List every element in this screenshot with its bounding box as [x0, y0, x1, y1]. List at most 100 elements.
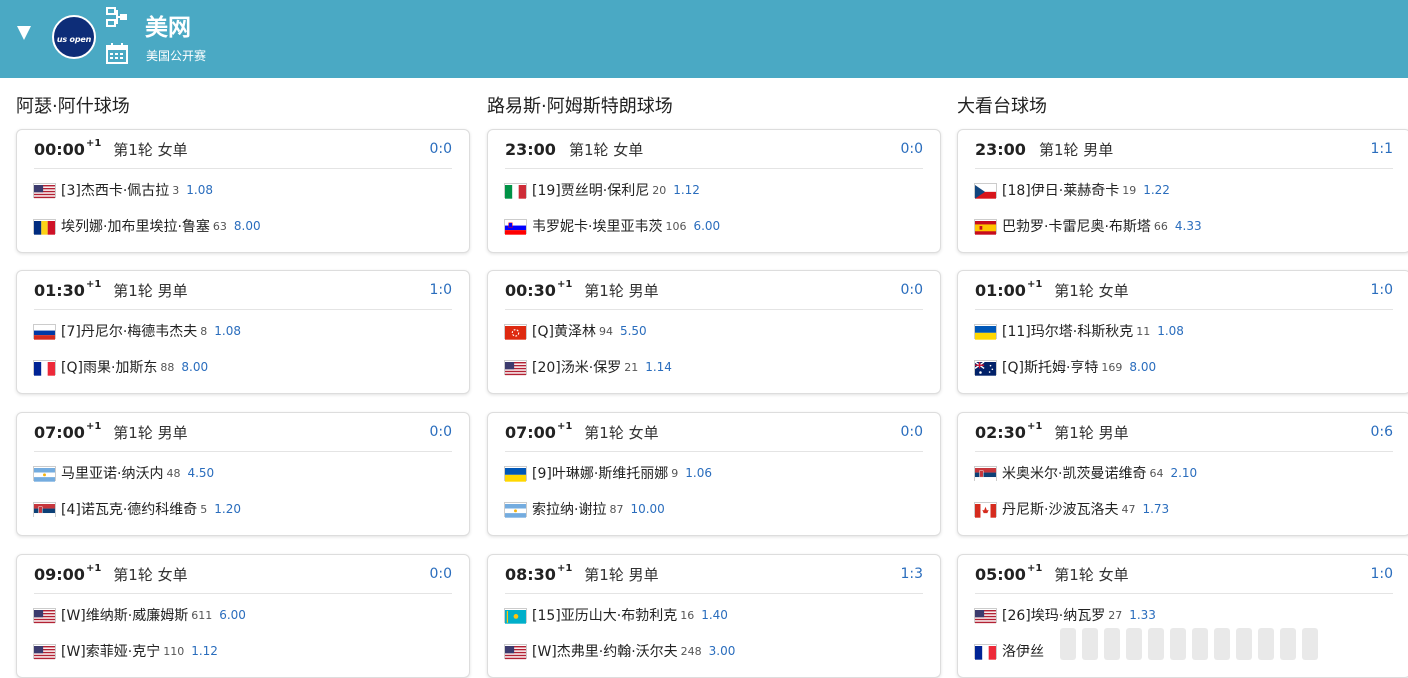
player-row[interactable]: [W]杰弗里·约翰·沃尔夫 248 3.00	[504, 641, 735, 661]
player-name[interactable]: [9]叶琳娜·斯维托丽娜	[532, 463, 668, 483]
player-name[interactable]: 马里亚诺·纳沃内	[61, 463, 163, 483]
player-odds[interactable]: 1.08	[1157, 324, 1184, 338]
match-round: 第1轮 女单	[113, 140, 188, 159]
match-card[interactable]: 23:00 第1轮 女单 0:0 [19]贾丝明·保利尼 20 1.12 韦罗妮卡·埃里亚韦…	[487, 129, 941, 253]
player-odds[interactable]: 1.08	[214, 324, 241, 338]
match-time-value: 23:00	[505, 139, 556, 159]
player-name[interactable]: [20]汤米·保罗	[532, 357, 621, 377]
bracket-icon[interactable]	[106, 6, 128, 28]
player-row[interactable]: [9]叶琳娜·斯维托丽娜 9 1.06	[504, 463, 712, 483]
match-card[interactable]: 07:00+1 第1轮 男单 0:0 马里亚诺·纳沃内 48 4.50 [4]诺瓦克·德约科…	[16, 412, 470, 536]
player-row[interactable]: 米奥米尔·凯茨曼诺维奇 64 2.10	[974, 463, 1197, 483]
player-name[interactable]: [11]玛尔塔·科斯秋克	[1002, 321, 1133, 341]
player-odds[interactable]: 1.73	[1142, 502, 1169, 516]
player-row[interactable]: 丹尼斯·沙波瓦洛夫 47 1.73	[974, 499, 1169, 519]
player-odds[interactable]: 1.12	[191, 644, 218, 658]
player-odds[interactable]: 6.00	[693, 219, 720, 233]
player-name[interactable]: [19]贾丝明·保利尼	[532, 180, 649, 200]
player-odds[interactable]: 3.00	[709, 644, 736, 658]
match-card[interactable]: 00:30+1 第1轮 男单 0:0 [Q]黄泽林 94 5.50 [20]汤米·保罗 21 1…	[487, 270, 941, 394]
player-name[interactable]: 埃列娜·加布里埃拉·鲁塞	[61, 216, 210, 236]
player-name[interactable]: [Q]雨果·加斯东	[61, 357, 157, 377]
match-round: 第1轮 男单	[113, 281, 188, 300]
player-name[interactable]: [18]伊日·莱赫奇卡	[1002, 180, 1119, 200]
player-name[interactable]: 巴勃罗·卡雷尼奥·布斯塔	[1002, 216, 1151, 236]
player-odds[interactable]: 1.22	[1143, 183, 1170, 197]
player-row[interactable]: [7]丹尼尔·梅德韦杰夫 8 1.08	[33, 321, 241, 341]
player-name[interactable]: [3]杰西卡·佩古拉	[61, 180, 169, 200]
player-row[interactable]: [11]玛尔塔·科斯秋克 11 1.08	[974, 321, 1184, 341]
match-card[interactable]: 23:00 第1轮 男单 1:1 [18]伊日·莱赫奇卡 19 1.22 巴勃罗·卡雷尼奥·…	[957, 129, 1408, 253]
player-row[interactable]: [Q]斯托姆·亨特 169 8.00	[974, 357, 1156, 377]
player-odds[interactable]: 5.50	[620, 324, 647, 338]
next-day-marker: +1	[1026, 279, 1043, 291]
player-odds[interactable]: 1.06	[685, 466, 712, 480]
match-time: 23:00	[975, 140, 1027, 159]
court-title: 大看台球场	[957, 96, 1047, 117]
player-row[interactable]: [15]亚历山大·布勃利克 16 1.40	[504, 605, 728, 625]
player-row[interactable]: [Q]黄泽林 94 5.50	[504, 321, 647, 341]
player-odds[interactable]: 1.40	[701, 608, 728, 622]
player-name[interactable]: 韦罗妮卡·埃里亚韦茨	[532, 216, 662, 236]
player-name[interactable]: 丹尼斯·沙波瓦洛夫	[1002, 499, 1118, 519]
player-row[interactable]: [Q]雨果·加斯东 88 8.00	[33, 357, 208, 377]
match-card[interactable]: 02:30+1 第1轮 男单 0:6 米奥米尔·凯茨曼诺维奇 64 2.10 丹尼斯·沙波瓦…	[957, 412, 1408, 536]
player-row[interactable]: [18]伊日·莱赫奇卡 19 1.22	[974, 180, 1170, 200]
player-name[interactable]: [7]丹尼尔·梅德韦杰夫	[61, 321, 197, 341]
player-row[interactable]: [W]维纳斯·威廉姆斯 611 6.00	[33, 605, 246, 625]
player-row[interactable]: 韦罗妮卡·埃里亚韦茨 106 6.00	[504, 216, 720, 236]
player-name[interactable]: [W]索菲娅·克宁	[61, 641, 160, 661]
player-odds[interactable]: 2.10	[1170, 466, 1197, 480]
player-row[interactable]: 巴勃罗·卡雷尼奥·布斯塔 66 4.33	[974, 216, 1202, 236]
player-name[interactable]: [Q]斯托姆·亨特	[1002, 357, 1098, 377]
flag-si-icon	[504, 218, 527, 235]
match-score: 0:0	[429, 141, 452, 157]
player-odds[interactable]: 8.00	[181, 360, 208, 374]
player-odds[interactable]: 1.33	[1129, 608, 1156, 622]
player-odds[interactable]: 4.50	[187, 466, 214, 480]
player-name[interactable]: [15]亚历山大·布勃利克	[532, 605, 677, 625]
player-row[interactable]: [4]诺瓦克·德约科维奇 5 1.20	[33, 499, 241, 519]
flag-rs-icon	[33, 501, 56, 518]
player-name[interactable]: 米奥米尔·凯茨曼诺维奇	[1002, 463, 1146, 483]
player-odds[interactable]: 10.00	[630, 502, 664, 516]
player-rank: 9	[671, 466, 679, 480]
player-name[interactable]: [Q]黄泽林	[532, 321, 596, 341]
player-row[interactable]: 洛伊丝	[974, 641, 1054, 661]
player-row[interactable]: 马里亚诺·纳沃内 48 4.50	[33, 463, 214, 483]
next-day-marker: +1	[556, 563, 573, 575]
player-odds[interactable]: 8.00	[1129, 360, 1156, 374]
player-odds[interactable]: 1.20	[214, 502, 241, 516]
match-card[interactable]: 01:30+1 第1轮 男单 1:0 [7]丹尼尔·梅德韦杰夫 8 1.08 [Q]雨果·加…	[16, 270, 470, 394]
player-row[interactable]: [19]贾丝明·保利尼 20 1.12	[504, 180, 700, 200]
player-name[interactable]: [W]维纳斯·威廉姆斯	[61, 605, 188, 625]
player-odds[interactable]: 1.08	[186, 183, 213, 197]
player-name[interactable]: 索拉纳·谢拉	[532, 499, 606, 519]
match-round: 第1轮 女单	[584, 423, 659, 442]
player-odds[interactable]: 8.00	[234, 219, 261, 233]
player-row[interactable]: [20]汤米·保罗 21 1.14	[504, 357, 672, 377]
match-card[interactable]: 08:30+1 第1轮 男单 1:3 [15]亚历山大·布勃利克 16 1.40 [W]杰弗…	[487, 554, 941, 678]
player-odds[interactable]: 4.33	[1175, 219, 1202, 233]
player-row[interactable]: 埃列娜·加布里埃拉·鲁塞 63 8.00	[33, 216, 261, 236]
player-row[interactable]: [W]索菲娅·克宁 110 1.12	[33, 641, 218, 661]
flag-ru-icon	[33, 323, 56, 340]
player-odds[interactable]: 6.00	[219, 608, 246, 622]
player-rank: 87	[609, 502, 624, 516]
match-card[interactable]: 01:00+1 第1轮 女单 1:0 [11]玛尔塔·科斯秋克 11 1.08 [Q]斯托姆…	[957, 270, 1408, 394]
player-name[interactable]: 洛伊丝	[1002, 641, 1044, 661]
match-card[interactable]: 09:00+1 第1轮 女单 0:0 [W]维纳斯·威廉姆斯 611 6.00 [W]索菲娅…	[16, 554, 470, 678]
player-rank: 21	[624, 360, 639, 374]
match-card[interactable]: 07:00+1 第1轮 女单 0:0 [9]叶琳娜·斯维托丽娜 9 1.06 索拉纳·谢拉 8…	[487, 412, 941, 536]
player-odds[interactable]: 1.14	[645, 360, 672, 374]
player-row[interactable]: 索拉纳·谢拉 87 10.00	[504, 499, 665, 519]
collapse-toggle-icon[interactable]	[17, 26, 31, 40]
player-row[interactable]: [3]杰西卡·佩古拉 3 1.08	[33, 180, 213, 200]
player-odds[interactable]: 1.12	[673, 183, 700, 197]
calendar-icon[interactable]	[106, 43, 128, 65]
next-day-marker: +1	[556, 279, 573, 291]
match-card[interactable]: 00:00+1 第1轮 女单 0:0 [3]杰西卡·佩古拉 3 1.08 埃列娜·加布里埃拉…	[16, 129, 470, 253]
player-name[interactable]: [4]诺瓦克·德约科维奇	[61, 499, 197, 519]
player-name[interactable]: [W]杰弗里·约翰·沃尔夫	[532, 641, 678, 661]
match-header: 09:00+1 第1轮 女单 0:0	[34, 555, 452, 594]
